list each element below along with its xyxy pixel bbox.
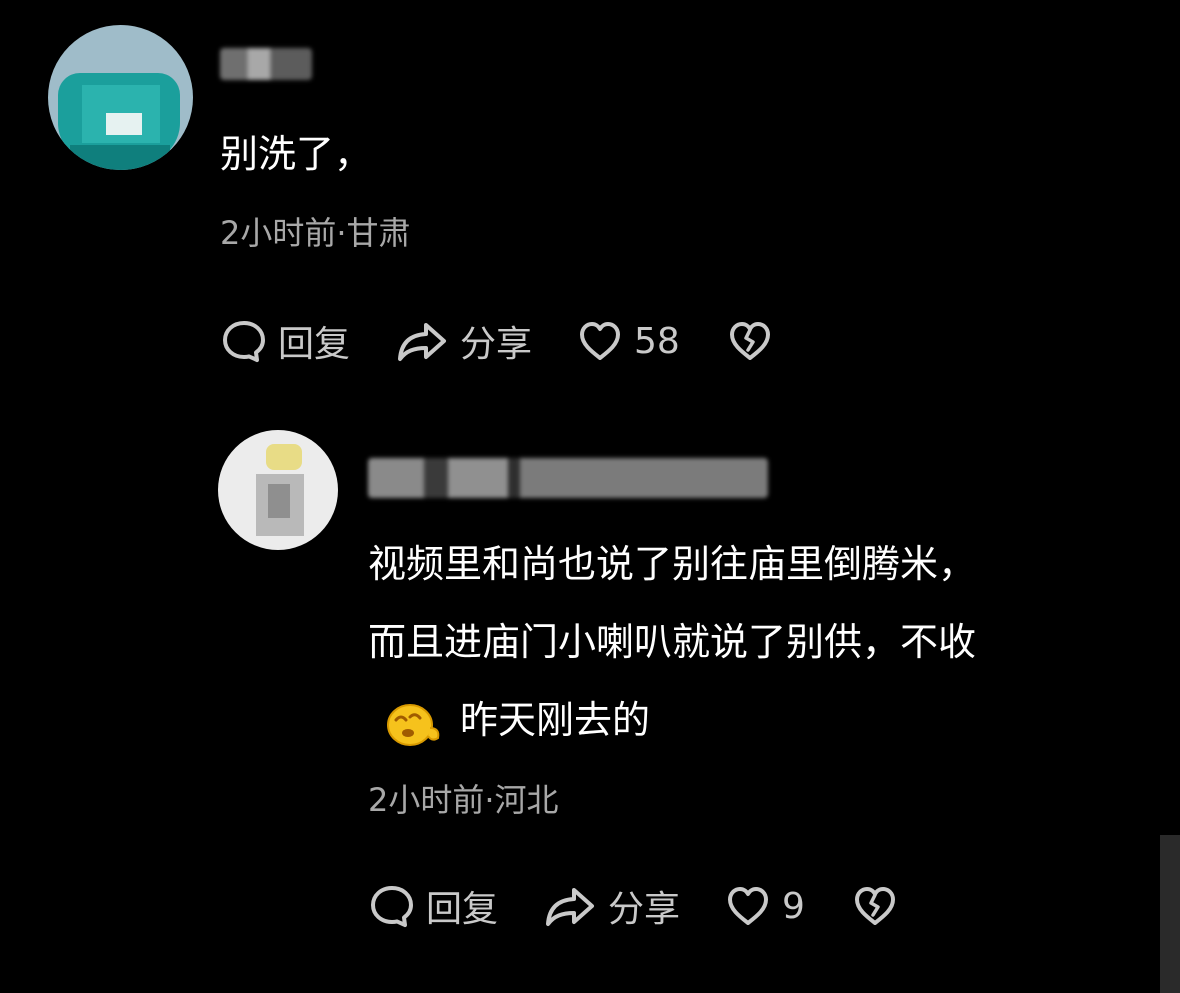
like-count: 58 — [634, 320, 680, 362]
comment-actions: 回复 分享 58 — [220, 315, 774, 367]
share-arrow-icon — [394, 317, 450, 365]
share-arrow-icon — [542, 882, 598, 930]
comment-actions: 回复 分享 9 — [368, 880, 899, 932]
comment-text-line: 而且进庙门小喇叭就说了别供，不收 — [368, 620, 977, 664]
username-blurred[interactable] — [368, 458, 768, 498]
heart-icon — [576, 317, 624, 365]
avatar[interactable] — [218, 430, 338, 550]
avatar[interactable] — [48, 25, 193, 170]
share-label: 分享 — [460, 324, 533, 365]
speech-bubble-icon — [220, 317, 268, 365]
reply-button[interactable]: 回复 — [220, 315, 350, 367]
like-button[interactable]: 58 — [576, 317, 680, 365]
comment-text-tail: 昨天刚去的 — [460, 698, 651, 742]
comment-text-line: 视频里和尚也说了别往庙里倒腾米， — [368, 542, 977, 586]
share-button[interactable]: 分享 — [542, 880, 680, 932]
like-button[interactable]: 9 — [724, 882, 805, 930]
username-blurred[interactable] — [220, 48, 312, 80]
comment-meta: 2小时前·甘肃 — [220, 214, 411, 252]
broken-heart-icon — [851, 882, 899, 930]
dizzy-face-emoji-icon — [382, 696, 446, 746]
dislike-button[interactable] — [851, 882, 899, 930]
comment-text: 视频里和尚也说了别往庙里倒腾米， 而且进庙门小喇叭就说了别供，不收 昨天刚去的 — [368, 525, 976, 759]
scrollbar-thumb[interactable] — [1160, 835, 1180, 993]
dislike-button[interactable] — [726, 317, 774, 365]
reply-button[interactable]: 回复 — [368, 880, 498, 932]
comment-text-line-3: 昨天刚去的 — [368, 681, 976, 759]
like-count: 9 — [782, 885, 805, 927]
reply-label: 回复 — [278, 324, 351, 365]
comment-text: 别洗了， — [220, 132, 373, 176]
speech-bubble-icon — [368, 882, 416, 930]
comment-meta: 2小时前·河北 — [368, 781, 559, 819]
reply-label: 回复 — [426, 889, 499, 930]
heart-icon — [724, 882, 772, 930]
broken-heart-icon — [726, 317, 774, 365]
share-button[interactable]: 分享 — [394, 315, 532, 367]
share-label: 分享 — [608, 889, 681, 930]
